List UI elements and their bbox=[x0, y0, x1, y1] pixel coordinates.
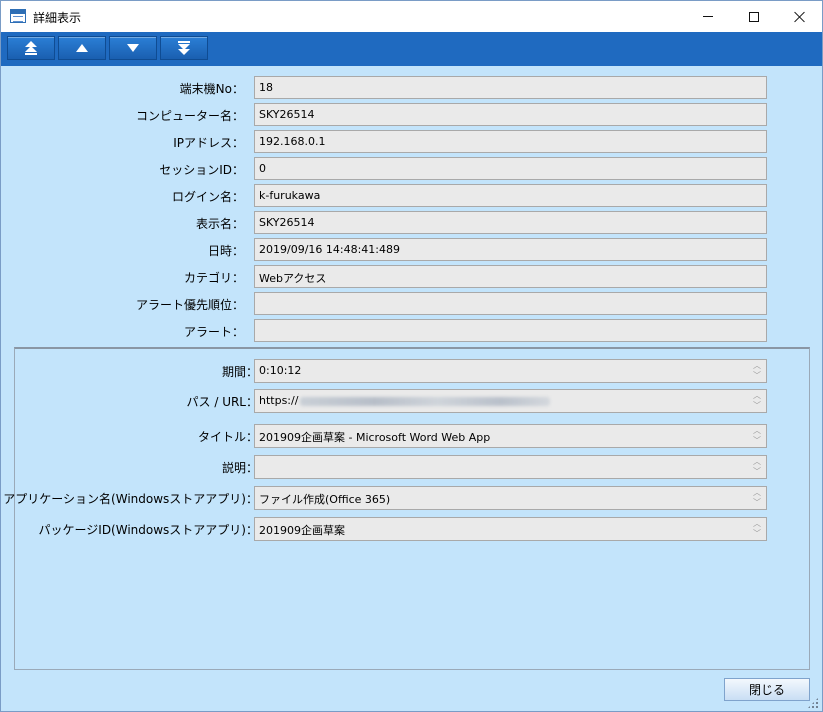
title-bar[interactable]: 詳細表示 bbox=[1, 1, 822, 32]
alert-field[interactable] bbox=[254, 319, 767, 342]
close-icon bbox=[794, 11, 806, 23]
datetime-field[interactable]: 2019/09/16 14:48:41:489 bbox=[254, 238, 767, 261]
minimize-button[interactable] bbox=[685, 1, 731, 32]
package-id-spinner[interactable]: ︿ ﹀ bbox=[751, 520, 763, 538]
chevron-up-icon: ︿ bbox=[753, 519, 761, 528]
row-package-id: パッケージID(Windowsストアアプリ)： 201909企画草案 ︿ ﹀ bbox=[15, 517, 811, 541]
chevron-up-icon: ︿ bbox=[753, 391, 761, 400]
toolbar bbox=[1, 32, 822, 66]
maximize-icon bbox=[749, 11, 759, 22]
chevron-up-icon: ︿ bbox=[753, 361, 761, 370]
first-record-button[interactable] bbox=[7, 36, 55, 60]
row-description: 説明： ︿ ﹀ bbox=[15, 455, 811, 479]
period-label: 期間： bbox=[221, 365, 258, 379]
package-id-label: パッケージID(Windowsストアアプリ)： bbox=[38, 523, 258, 537]
ip-address-label: IPアドレス： bbox=[173, 136, 244, 150]
title-label: タイトル： bbox=[197, 430, 258, 444]
last-record-button[interactable] bbox=[160, 36, 208, 60]
chevron-down-icon: ﹀ bbox=[753, 436, 761, 445]
path-url-spinner[interactable]: ︿ ﹀ bbox=[751, 392, 763, 410]
title-spinner[interactable]: ︿ ﹀ bbox=[751, 427, 763, 445]
row-app-name: アプリケーション名(Windowsストアアプリ)： ファイル作成(Office … bbox=[3, 486, 811, 510]
title-field[interactable]: 201909企画草案 - Microsoft Word Web App ︿ ﹀ bbox=[254, 424, 767, 448]
login-name-label: ログイン名： bbox=[171, 190, 244, 204]
category-field[interactable]: Webアクセス bbox=[254, 265, 767, 288]
detail-window: 詳細表示 端末機No： 18 コンピューター名： SKY26514 IPアドレス… bbox=[0, 0, 823, 712]
app-window-icon bbox=[10, 9, 26, 23]
next-record-button[interactable] bbox=[109, 36, 157, 60]
login-name-field[interactable]: k-furukawa bbox=[254, 184, 767, 207]
app-name-value: ファイル作成(Office 365) bbox=[259, 493, 391, 506]
path-url-field[interactable]: https:// ︿ ﹀ bbox=[254, 389, 767, 413]
session-id-field[interactable]: 0 bbox=[254, 157, 767, 180]
row-ip-address: IPアドレス： 192.168.0.1 bbox=[1, 130, 822, 154]
app-name-spinner[interactable]: ︿ ﹀ bbox=[751, 489, 763, 507]
path-url-value: https:// bbox=[259, 394, 299, 407]
row-period: 期間： 0:10:12 ︿ ﹀ bbox=[15, 359, 811, 383]
chevron-down-icon: ﹀ bbox=[753, 498, 761, 507]
alert-priority-label: アラート優先順位： bbox=[135, 298, 244, 312]
chevron-down-icon: ﹀ bbox=[753, 529, 761, 538]
period-spinner[interactable]: ︿ ﹀ bbox=[751, 362, 763, 380]
row-session-id: セッションID： 0 bbox=[1, 157, 822, 181]
description-label: 説明： bbox=[221, 461, 258, 475]
ip-address-field[interactable]: 192.168.0.1 bbox=[254, 130, 767, 153]
description-field[interactable]: ︿ ﹀ bbox=[254, 455, 767, 479]
minimize-icon bbox=[703, 16, 713, 17]
period-value: 0:10:12 bbox=[259, 364, 302, 377]
chevron-down-icon: ﹀ bbox=[753, 371, 761, 380]
row-title: タイトル： 201909企画草案 - Microsoft Word Web Ap… bbox=[15, 424, 811, 448]
display-name-field[interactable]: SKY26514 bbox=[254, 211, 767, 234]
row-display-name: 表示名： SKY26514 bbox=[1, 211, 822, 235]
double-down-arrow-icon bbox=[178, 41, 190, 55]
row-alert: アラート： bbox=[1, 319, 822, 343]
row-alert-priority: アラート優先順位： bbox=[1, 292, 822, 316]
chevron-down-icon: ﹀ bbox=[753, 401, 761, 410]
path-url-label: パス / URL： bbox=[186, 395, 258, 409]
row-computer-name: コンピューター名： SKY26514 bbox=[1, 103, 822, 127]
chevron-up-icon: ︿ bbox=[753, 488, 761, 497]
maximize-button[interactable] bbox=[731, 1, 777, 32]
terminal-no-label: 端末機No： bbox=[179, 82, 244, 96]
package-id-value: 201909企画草案 bbox=[259, 524, 345, 537]
window-title: 詳細表示 bbox=[33, 11, 82, 25]
row-path-url: パス / URL： https:// ︿ ﹀ bbox=[15, 389, 811, 413]
period-field[interactable]: 0:10:12 ︿ ﹀ bbox=[254, 359, 767, 383]
title-value: 201909企画草案 - Microsoft Word Web App bbox=[259, 431, 491, 444]
app-name-field[interactable]: ファイル作成(Office 365) ︿ ﹀ bbox=[254, 486, 767, 510]
category-label: カテゴリ： bbox=[183, 271, 244, 285]
chevron-up-icon: ︿ bbox=[753, 426, 761, 435]
computer-name-label: コンピューター名： bbox=[135, 109, 244, 123]
row-datetime: 日時： 2019/09/16 14:48:41:489 bbox=[1, 238, 822, 262]
up-arrow-icon bbox=[76, 44, 88, 52]
double-up-arrow-icon bbox=[25, 41, 37, 55]
chevron-down-icon: ﹀ bbox=[753, 467, 761, 476]
row-terminal-no: 端末機No： 18 bbox=[1, 76, 822, 100]
chevron-up-icon: ︿ bbox=[753, 457, 761, 466]
close-button[interactable]: 閉じる bbox=[724, 678, 810, 701]
alert-priority-field[interactable] bbox=[254, 292, 767, 315]
alert-label: アラート： bbox=[183, 325, 244, 339]
redacted-url-blur bbox=[300, 396, 551, 406]
close-window-button[interactable] bbox=[777, 1, 823, 32]
row-category: カテゴリ： Webアクセス bbox=[1, 265, 822, 289]
session-id-label: セッションID： bbox=[159, 163, 244, 177]
description-spinner[interactable]: ︿ ﹀ bbox=[751, 458, 763, 476]
previous-record-button[interactable] bbox=[58, 36, 106, 60]
display-name-label: 表示名： bbox=[195, 217, 244, 231]
row-login-name: ログイン名： k-furukawa bbox=[1, 184, 822, 208]
computer-name-field[interactable]: SKY26514 bbox=[254, 103, 767, 126]
terminal-no-field[interactable]: 18 bbox=[254, 76, 767, 99]
datetime-label: 日時： bbox=[207, 244, 244, 258]
down-arrow-icon bbox=[127, 44, 139, 52]
detail-group-panel: 期間： 0:10:12 ︿ ﹀ パス / URL： https:// ︿ ﹀ タイト… bbox=[3, 347, 811, 670]
app-name-label: アプリケーション名(Windowsストアアプリ)： bbox=[3, 492, 258, 506]
package-id-field[interactable]: 201909企画草案 ︿ ﹀ bbox=[254, 517, 767, 541]
